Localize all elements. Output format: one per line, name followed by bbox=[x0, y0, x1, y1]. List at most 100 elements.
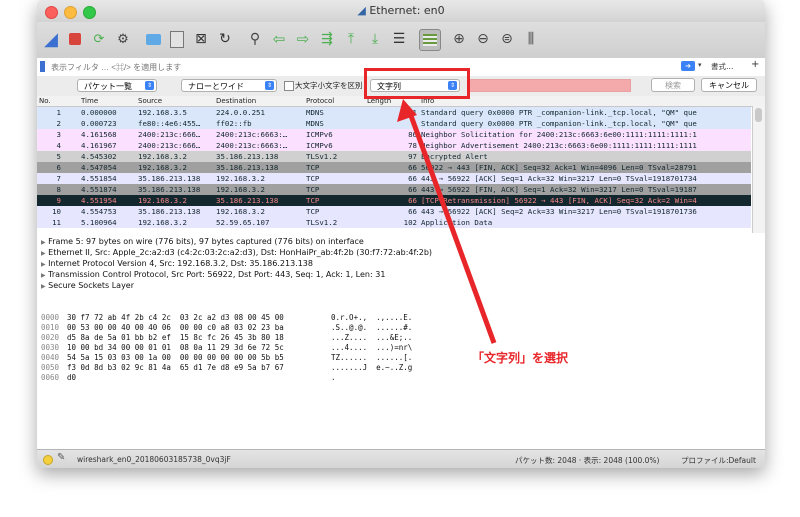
packet-row[interactable]: 8 4.551874 35.186.213.138 192.168.3.2 TCP 66 4… bbox=[37, 184, 751, 195]
search-button[interactable]: 検索 bbox=[651, 78, 695, 92]
detail-frame[interactable]: ▶ Frame 5: 97 bytes on wire (776 bits), … bbox=[41, 236, 364, 247]
packet-cell-dst: 2400:213c:6663:… bbox=[216, 130, 288, 139]
save-file-icon[interactable] bbox=[167, 29, 187, 49]
close-file-icon[interactable]: ⊠ bbox=[191, 29, 211, 49]
packet-minimap[interactable] bbox=[752, 106, 765, 233]
case-sensitive-label: 大文字小文字を区別 bbox=[295, 81, 363, 90]
packet-row[interactable]: 4 4.161967 2400:213c:666… 2400:213c:6663:… I… bbox=[37, 140, 751, 151]
packet-cell-no: 3 bbox=[56, 130, 61, 139]
expand-arrow-icon: ▶ bbox=[41, 283, 46, 290]
packet-cell-info: Neighbor Advertisement 2400:213c:6663:6e… bbox=[421, 141, 697, 150]
expert-info-icon[interactable] bbox=[43, 455, 53, 465]
column-protocol[interactable]: Protocol bbox=[306, 96, 334, 106]
packet-row[interactable]: 2 0.000723 fe80::4e6:455… ff02::fb MDNS 1 Stan… bbox=[37, 118, 751, 129]
expand-arrow-icon: ▶ bbox=[41, 261, 46, 268]
packet-cell-proto: MDNS bbox=[306, 119, 324, 128]
packet-cell-proto: TCP bbox=[306, 207, 320, 216]
packet-cell-dst: 52.59.65.107 bbox=[216, 218, 270, 227]
packet-row[interactable]: 3 4.161568 2400:213c:666… 2400:213c:6663:… I… bbox=[37, 129, 751, 140]
restart-capture-icon[interactable]: ⟳ bbox=[89, 29, 109, 49]
bookmark-icon[interactable] bbox=[40, 61, 45, 72]
packet-row[interactable]: 5 4.545302 192.168.3.2 35.186.213.138 TLSv1.… bbox=[37, 151, 751, 162]
go-forward-icon[interactable]: ⇨ bbox=[293, 29, 313, 49]
add-filter-button[interactable]: + bbox=[751, 59, 759, 70]
minimap-thumb[interactable] bbox=[755, 108, 762, 122]
packet-list: No. Time Source Destination Protocol Len… bbox=[37, 96, 765, 234]
column-time[interactable]: Time bbox=[81, 96, 98, 106]
packet-row[interactable]: 1 0.000000 192.168.3.5 224.0.0.251 MDNS 1 Stan… bbox=[37, 107, 751, 118]
go-last-packet-icon[interactable]: ⤓ bbox=[365, 29, 385, 49]
auto-scroll-icon[interactable]: ☰ bbox=[389, 29, 409, 49]
reload-file-icon[interactable]: ↻ bbox=[215, 29, 235, 49]
packet-cell-no: 9 bbox=[56, 196, 61, 205]
resize-columns-icon[interactable]: ⫼ bbox=[521, 29, 541, 49]
packet-row[interactable]: 7 4.551854 35.186.213.138 192.168.3.2 TCP 66 4… bbox=[37, 173, 751, 184]
column-source[interactable]: Source bbox=[138, 96, 162, 106]
packet-cell-len: 66 bbox=[408, 163, 417, 172]
hex-off: 0000 bbox=[41, 313, 60, 322]
colorize-icon[interactable] bbox=[419, 29, 441, 51]
capture-options-icon[interactable]: ⚙ bbox=[113, 29, 133, 49]
packet-cell-time: 0.000723 bbox=[81, 119, 117, 128]
packet-cell-no: 4 bbox=[56, 141, 61, 150]
zoom-out-icon[interactable]: ⊖ bbox=[473, 29, 493, 49]
apply-filter-icon[interactable]: ➜ bbox=[681, 61, 695, 71]
detail-ssl[interactable]: ▶ Secure Sockets Layer bbox=[41, 280, 134, 291]
find-packet-icon[interactable]: ⚲ bbox=[245, 29, 265, 49]
hex-bytes: 30 f7 72 ab 4f 2b c4 2c 03 2c a2 d3 08 0… bbox=[67, 313, 284, 322]
packet-cell-len: 1 bbox=[412, 119, 417, 128]
packet-count: パケット数: 2048 · 表示: 2048 (100.0%) bbox=[515, 456, 660, 465]
filter-history-dropdown[interactable]: ▾ bbox=[698, 61, 702, 69]
packet-cell-src: 2400:213c:666… bbox=[138, 141, 201, 150]
packet-row[interactable]: 11 5.100964 192.168.3.2 52.59.65.107 TLSv1.2… bbox=[37, 217, 751, 228]
case-sensitive-checkbox[interactable] bbox=[284, 81, 294, 91]
column-no[interactable]: No. bbox=[39, 96, 51, 106]
packet-cell-info: Neighbor Solicitation for 2400:213c:6663… bbox=[421, 130, 697, 139]
detail-text: Secure Sockets Layer bbox=[48, 281, 135, 290]
packet-cell-src: 192.168.3.2 bbox=[138, 196, 187, 205]
charset-select[interactable]: ナローとワイド ⇕ bbox=[181, 79, 277, 92]
packet-cell-time: 4.161967 bbox=[81, 141, 117, 150]
stop-capture-icon[interactable] bbox=[65, 29, 85, 49]
zoom-in-icon[interactable]: ⊕ bbox=[449, 29, 469, 49]
packet-cell-time: 5.100964 bbox=[81, 218, 117, 227]
hex-ascii: .......J e.~..Z.g bbox=[331, 363, 413, 372]
display-filter-input[interactable] bbox=[49, 59, 673, 75]
packet-cell-info: Application Data bbox=[421, 218, 493, 227]
chevron-updown-icon: ⇕ bbox=[265, 81, 274, 90]
search-text-input[interactable] bbox=[469, 79, 631, 92]
expand-arrow-icon: ▶ bbox=[41, 250, 46, 257]
detail-ethernet[interactable]: ▶ Ethernet II, Src: Apple_2c:a2:d3 (c4:2… bbox=[41, 247, 432, 258]
profile-name[interactable]: プロファイル:Default bbox=[681, 455, 756, 466]
packet-cell-src: 35.186.213.138 bbox=[138, 174, 201, 183]
hex-bytes: 00 53 00 00 40 00 40 06 00 00 c0 a8 03 0… bbox=[67, 323, 284, 332]
packet-cell-src: 2400:213c:666… bbox=[138, 130, 201, 139]
column-destination[interactable]: Destination bbox=[216, 96, 256, 106]
filter-format-button[interactable]: 書式… bbox=[711, 61, 734, 72]
packet-cell-len: 97 bbox=[408, 152, 417, 161]
go-to-packet-icon[interactable]: ⇶ bbox=[317, 29, 337, 49]
search-scope-select[interactable]: パケット一覧 ⇕ bbox=[77, 79, 157, 92]
go-back-icon[interactable]: ⇦ bbox=[269, 29, 289, 49]
packet-details-pane: ▶ Frame 5: 97 bytes on wire (776 bits), … bbox=[37, 233, 765, 310]
packet-cell-time: 0.000000 bbox=[81, 108, 117, 117]
cancel-button[interactable]: キャンセル bbox=[701, 78, 757, 92]
capture-comment-icon[interactable]: ✎ bbox=[57, 452, 65, 463]
go-first-packet-icon[interactable]: ⤒ bbox=[341, 29, 361, 49]
chevron-updown-icon: ⇕ bbox=[145, 81, 154, 90]
packet-cell-len: 1 bbox=[412, 108, 417, 117]
hex-bytes: d5 8a de 5a 01 bb b2 ef 15 8c fc 26 45 3… bbox=[67, 333, 284, 342]
packet-cell-info: 443 → 56922 [ACK] Seq=2 Ack=33 Win=3217 … bbox=[421, 207, 697, 216]
packet-cell-no: 5 bbox=[56, 152, 61, 161]
detail-ipv4[interactable]: ▶ Internet Protocol Version 4, Src: 192.… bbox=[41, 258, 313, 269]
open-file-icon[interactable] bbox=[143, 29, 163, 49]
packet-row[interactable]: 10 4.554753 35.186.213.138 192.168.3.2 TCP 66… bbox=[37, 206, 751, 217]
detail-tcp[interactable]: ▶ Transmission Control Protocol, Src Por… bbox=[41, 269, 385, 280]
packet-row[interactable]: 9 4.551954 192.168.3.2 35.186.213.138 TCP 66 [… bbox=[37, 195, 751, 206]
normal-size-icon[interactable]: ⊜ bbox=[497, 29, 517, 49]
packet-row[interactable]: 6 4.547054 192.168.3.2 35.186.213.138 TCP 66 5… bbox=[37, 162, 751, 173]
hex-ascii: ...Z.... ...&E;.. bbox=[331, 333, 413, 342]
hex-off: 0040 bbox=[41, 353, 60, 362]
packet-cell-dst: 192.168.3.2 bbox=[216, 185, 265, 194]
start-capture-icon[interactable]: ◢ bbox=[41, 29, 61, 50]
